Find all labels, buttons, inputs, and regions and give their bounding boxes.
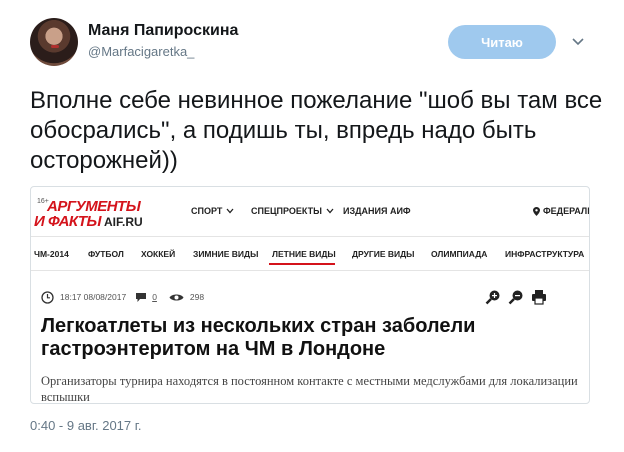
active-tab-indicator <box>269 263 335 265</box>
avatar[interactable] <box>30 18 78 66</box>
nav-specprojects-label: СПЕЦПРОЕКТЫ <box>251 206 322 216</box>
zoom-in-icon[interactable] <box>485 289 501 305</box>
location-pin-icon <box>533 206 540 216</box>
region-label: ФЕДЕРАЛЬ <box>543 206 590 216</box>
nav-sport[interactable]: СПОРТ <box>191 206 234 216</box>
comments-count[interactable]: 0 <box>152 292 157 302</box>
display-name[interactable]: Маня Папироскина <box>88 22 238 40</box>
nav-publications[interactable]: ИЗДАНИЯ АИФ <box>343 206 411 216</box>
article-title[interactable]: Легкоатлеты из нескольких стран заболели… <box>41 315 561 361</box>
subnav-item-infrastructure[interactable]: ИНФРАСТРУКТУРА <box>505 249 584 259</box>
logo-line-2: И ФАКТЫ <box>34 213 102 230</box>
chevron-down-icon <box>226 208 234 214</box>
follow-button[interactable]: Читаю <box>448 25 556 59</box>
clock-icon <box>41 290 54 304</box>
chevron-down-icon[interactable] <box>570 33 586 49</box>
region-selector[interactable]: ФЕДЕРАЛЬ <box>533 206 590 216</box>
subnav-item-other[interactable]: ДРУГИЕ ВИДЫ <box>352 249 414 259</box>
user-handle[interactable]: @Marfacigaretka_ <box>88 44 194 59</box>
subnav-item-olympics[interactable]: ОЛИМПИАДА <box>431 249 487 259</box>
article-meta: 18:17 08/08/2017 0 298 <box>41 290 204 304</box>
subnav-item-summer[interactable]: ЛЕТНИЕ ВИДЫ <box>272 249 336 259</box>
tweet-timestamp[interactable]: 0:40 - 9 авг. 2017 г. <box>30 418 142 433</box>
sub-navigation: ЧМ-2014 ФУТБОЛ ХОККЕЙ ЗИМНИЕ ВИДЫ ЛЕТНИЕ… <box>31 237 589 271</box>
article-datetime: 18:17 08/08/2017 <box>60 292 127 302</box>
zoom-out-icon[interactable] <box>508 289 524 305</box>
logo-site: AIF.RU <box>104 215 143 229</box>
subnav-item-football[interactable]: ФУТБОЛ <box>88 249 124 259</box>
views-count: 298 <box>189 292 205 302</box>
subnav-item-hockey[interactable]: ХОККЕЙ <box>141 249 175 259</box>
article-tools <box>485 289 547 305</box>
comment-icon <box>136 292 147 302</box>
chevron-down-icon <box>326 208 334 214</box>
print-icon[interactable] <box>531 289 547 305</box>
site-header: 16+ АРГУМЕНТЫ И ФАКТЫ AIF.RU СПОРТ СПЕЦП… <box>31 187 590 237</box>
eye-icon <box>169 294 184 300</box>
avatar-detail <box>51 45 59 48</box>
tweet-text: Вполне себе невинное пожелание "шоб вы т… <box>30 87 603 174</box>
nav-sport-label: СПОРТ <box>191 206 223 216</box>
subnav-item-winter[interactable]: ЗИМНИЕ ВИДЫ <box>193 249 258 259</box>
aif-logo[interactable]: 16+ АРГУМЕНТЫ И ФАКТЫ AIF.RU <box>34 196 174 230</box>
subnav-item-wc2014[interactable]: ЧМ-2014 <box>34 249 69 259</box>
article-lead: Организаторы турнира находятся в постоян… <box>41 374 578 404</box>
nav-publications-label: ИЗДАНИЯ АИФ <box>343 206 411 216</box>
embedded-image[interactable]: 16+ АРГУМЕНТЫ И ФАКТЫ AIF.RU СПОРТ СПЕЦП… <box>30 186 590 404</box>
nav-specprojects[interactable]: СПЕЦПРОЕКТЫ <box>251 206 334 216</box>
